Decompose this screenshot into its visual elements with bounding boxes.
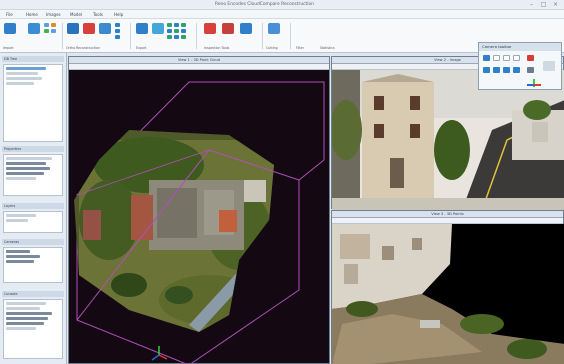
- section-icon[interactable]: [240, 23, 252, 34]
- point-cloud-render[interactable]: [69, 70, 331, 364]
- import-icon[interactable]: [4, 23, 16, 34]
- pan-icon[interactable]: [493, 67, 500, 73]
- small-tool-icon[interactable]: [115, 35, 120, 39]
- menu-help[interactable]: Help: [114, 12, 123, 17]
- reconstruction-icon[interactable]: [67, 23, 79, 34]
- close-button[interactable]: ×: [551, 1, 560, 8]
- zoom-icon[interactable]: [503, 67, 510, 73]
- cameras-list[interactable]: [3, 247, 63, 283]
- settings-icon[interactable]: [527, 67, 534, 73]
- small-tool-icon[interactable]: [181, 29, 186, 33]
- panel-header-cameras[interactable]: Cameras: [2, 239, 64, 245]
- properties-list[interactable]: [3, 154, 63, 196]
- inspection-icon[interactable]: [204, 23, 216, 34]
- bounding-box-edge: [298, 159, 325, 181]
- title-bar: Reno Encodes CloudCompare Reconstruction…: [0, 0, 564, 10]
- panel-header-properties[interactable]: Properties: [2, 146, 64, 152]
- export-icon[interactable]: [136, 23, 148, 34]
- small-tool-icon[interactable]: [115, 23, 120, 27]
- tree: [434, 120, 470, 180]
- small-tool-icon[interactable]: [167, 35, 172, 39]
- ribbon-separator: [130, 23, 131, 49]
- small-tool-icon[interactable]: [181, 35, 186, 39]
- axis-gizmo: [151, 346, 168, 361]
- ribbon-group-label: Ortho Reconstruction: [66, 46, 100, 50]
- widget-title: Camera toolbar: [479, 43, 561, 51]
- point-cloud-closeup[interactable]: [332, 224, 564, 364]
- panel-header-layers[interactable]: Layers: [2, 203, 64, 209]
- measure-icon[interactable]: [222, 23, 234, 34]
- viewport-title: View 1 - 3D Point Cloud: [69, 57, 329, 64]
- reset-view-icon[interactable]: [513, 67, 520, 73]
- ribbon-group-label: Export: [136, 46, 147, 50]
- ribbon-group-label: Inspection Tools: [204, 46, 230, 50]
- export-model-icon[interactable]: [152, 23, 164, 34]
- record-icon[interactable]: [527, 55, 534, 61]
- view-side-icon[interactable]: [513, 55, 520, 61]
- ortho-icon[interactable]: [83, 23, 95, 34]
- camera-toolbar-widget[interactable]: Camera toolbar: [478, 42, 562, 90]
- secondary-3d-viewport[interactable]: View 3 - 3D Points: [331, 210, 564, 364]
- terrain-cloud: [74, 130, 274, 332]
- menu-file[interactable]: File: [6, 12, 13, 17]
- ribbon-separator: [196, 23, 197, 49]
- menu-model[interactable]: Model: [70, 12, 82, 17]
- menu-images[interactable]: Images: [46, 12, 61, 17]
- ribbon-separator: [62, 23, 63, 49]
- preview-thumbnail: [543, 61, 555, 71]
- small-tool-icon[interactable]: [181, 23, 186, 27]
- small-tool-icon[interactable]: [51, 23, 56, 27]
- window-title: Reno Encodes CloudCompare Reconstruction: [215, 2, 314, 7]
- small-tool-icon[interactable]: [51, 29, 56, 33]
- small-tool-icon[interactable]: [167, 23, 172, 27]
- axis-gizmo: [527, 79, 541, 87]
- menu-tools[interactable]: Tools: [93, 12, 103, 17]
- viewport-title: View 3 - 3D Points: [332, 211, 563, 218]
- small-tool-icon[interactable]: [115, 29, 120, 33]
- panel-header-db-tree[interactable]: DB Tree: [2, 56, 64, 62]
- menu-bar: File Home Images Model Tools Help: [0, 10, 564, 19]
- left-panel: DB Tree Properties Layers Cameras Consol…: [0, 53, 67, 364]
- photo-render[interactable]: [332, 70, 564, 210]
- layers-list[interactable]: [3, 211, 63, 233]
- ribbon-group-label: Filter: [296, 46, 304, 50]
- view-top-icon[interactable]: [503, 55, 510, 61]
- small-tool-icon[interactable]: [174, 23, 179, 27]
- menu-home[interactable]: Home: [26, 12, 38, 17]
- mesh-icon[interactable]: [99, 23, 111, 34]
- small-tool-icon[interactable]: [44, 23, 49, 27]
- db-tree[interactable]: [3, 64, 63, 142]
- small-tool-icon[interactable]: [44, 29, 49, 33]
- rotate-icon[interactable]: [483, 67, 490, 73]
- view-front-icon[interactable]: [493, 55, 500, 61]
- small-tool-icon[interactable]: [174, 29, 179, 33]
- ribbon-separator: [290, 23, 291, 49]
- main-3d-viewport[interactable]: View 1 - 3D Point Cloud: [68, 56, 330, 364]
- cut-icon[interactable]: [268, 23, 280, 34]
- small-tool-icon[interactable]: [167, 29, 172, 33]
- ribbon-group-label: Cutting: [266, 46, 278, 50]
- panel-header-console[interactable]: Console: [2, 291, 64, 297]
- maximize-button[interactable]: □: [539, 1, 548, 8]
- camera-icon[interactable]: [483, 55, 490, 61]
- ribbon-separator: [262, 23, 263, 49]
- minimize-button[interactable]: –: [527, 1, 536, 8]
- small-tool-icon[interactable]: [174, 35, 179, 39]
- ribbon-group-label: Import: [3, 46, 14, 50]
- ribbon-group-label: Statistics: [320, 46, 335, 50]
- console-output: [3, 299, 63, 359]
- open-project-icon[interactable]: [28, 23, 40, 34]
